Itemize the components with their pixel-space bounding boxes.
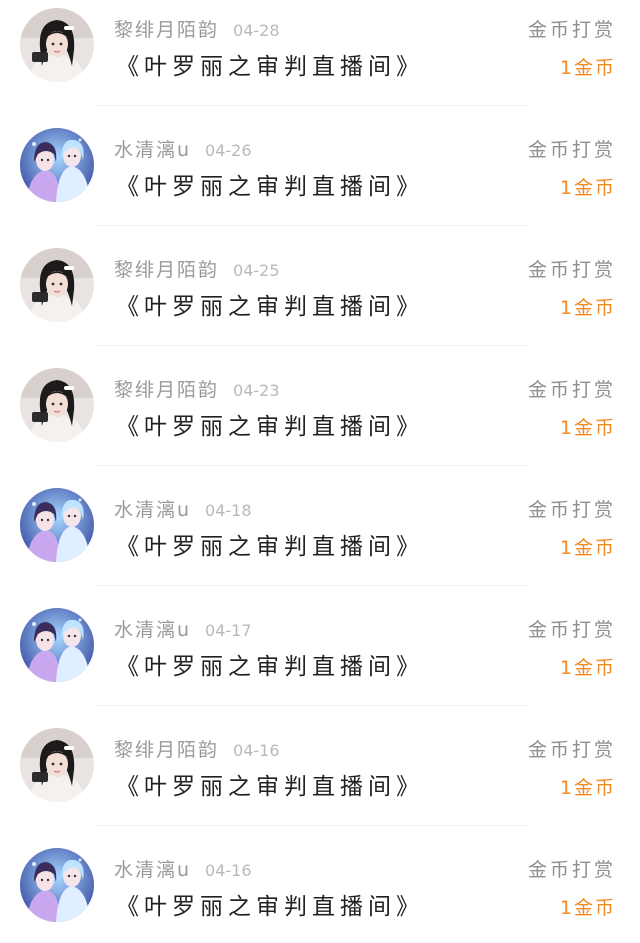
- work-title[interactable]: 《叶罗丽之审判直播间》: [116, 530, 424, 564]
- date-label: 04-23: [233, 381, 280, 400]
- reward-action-label: 金币打赏: [527, 19, 616, 41]
- list-item[interactable]: 黎绯月陌韵 04-16 《叶罗丽之审判直播间》 金币打赏 1金币: [0, 720, 640, 840]
- work-title[interactable]: 《叶罗丽之审判直播间》: [116, 50, 424, 84]
- reward-action-label: 金币打赏: [527, 259, 616, 281]
- date-label: 04-16: [233, 741, 280, 760]
- reward-action-label: 金币打赏: [527, 139, 616, 161]
- reward-amount: 1金币: [559, 537, 616, 559]
- username[interactable]: 水清漓u: [114, 859, 191, 881]
- divider: [96, 585, 530, 586]
- anime-couple-avatar-icon[interactable]: [20, 608, 94, 682]
- username[interactable]: 水清漓u: [114, 619, 191, 641]
- list-item[interactable]: 水清漓u 04-16 《叶罗丽之审判直播间》 金币打赏 1金币: [0, 840, 640, 943]
- work-title[interactable]: 《叶罗丽之审判直播间》: [116, 290, 424, 324]
- reward-amount: 1金币: [559, 417, 616, 439]
- reward-action-label: 金币打赏: [527, 499, 616, 521]
- item-meta: 水清漓u 04-16: [114, 856, 252, 884]
- username[interactable]: 黎绯月陌韵: [114, 259, 219, 281]
- work-title[interactable]: 《叶罗丽之审判直播间》: [116, 650, 424, 684]
- list-item[interactable]: 黎绯月陌韵 04-25 《叶罗丽之审判直播间》 金币打赏 1金币: [0, 240, 640, 360]
- anime-couple-avatar-icon[interactable]: [20, 848, 94, 922]
- date-label: 04-28: [233, 21, 280, 40]
- reward-action-label: 金币打赏: [527, 859, 616, 881]
- item-meta: 黎绯月陌韵 04-16: [114, 736, 280, 764]
- username[interactable]: 水清漓u: [114, 139, 191, 161]
- date-label: 04-18: [205, 501, 252, 520]
- girl-avatar-icon[interactable]: [20, 368, 94, 442]
- list-item[interactable]: 水清漓u 04-17 《叶罗丽之审判直播间》 金币打赏 1金币: [0, 600, 640, 720]
- item-meta: 水清漓u 04-17: [114, 616, 252, 644]
- username[interactable]: 黎绯月陌韵: [114, 379, 219, 401]
- girl-avatar-icon[interactable]: [20, 8, 94, 82]
- work-title[interactable]: 《叶罗丽之审判直播间》: [116, 170, 424, 204]
- divider: [96, 825, 530, 826]
- username[interactable]: 黎绯月陌韵: [114, 19, 219, 41]
- date-label: 04-26: [205, 141, 252, 160]
- girl-avatar-icon[interactable]: [20, 728, 94, 802]
- reward-amount: 1金币: [559, 897, 616, 919]
- work-title[interactable]: 《叶罗丽之审判直播间》: [116, 410, 424, 444]
- item-meta: 黎绯月陌韵 04-28: [114, 16, 280, 44]
- divider: [96, 705, 530, 706]
- item-meta: 黎绯月陌韵 04-23: [114, 376, 280, 404]
- username[interactable]: 水清漓u: [114, 499, 191, 521]
- divider: [96, 465, 530, 466]
- date-label: 04-16: [205, 861, 252, 880]
- item-meta: 黎绯月陌韵 04-25: [114, 256, 280, 284]
- date-label: 04-25: [233, 261, 280, 280]
- work-title[interactable]: 《叶罗丽之审判直播间》: [116, 890, 424, 924]
- reward-amount: 1金币: [559, 177, 616, 199]
- list-item[interactable]: 黎绯月陌韵 04-28 《叶罗丽之审判直播间》 金币打赏 1金币: [0, 0, 640, 120]
- item-meta: 水清漓u 04-18: [114, 496, 252, 524]
- username[interactable]: 黎绯月陌韵: [114, 739, 219, 761]
- work-title[interactable]: 《叶罗丽之审判直播间》: [116, 770, 424, 804]
- item-meta: 水清漓u 04-26: [114, 136, 252, 164]
- date-label: 04-17: [205, 621, 252, 640]
- reward-amount: 1金币: [559, 777, 616, 799]
- divider: [96, 345, 530, 346]
- divider: [96, 225, 530, 226]
- reward-amount: 1金币: [559, 297, 616, 319]
- girl-avatar-icon[interactable]: [20, 248, 94, 322]
- reward-amount: 1金币: [559, 657, 616, 679]
- reward-list: 黎绯月陌韵 04-28 《叶罗丽之审判直播间》 金币打赏 1金币 水清漓u 04-2…: [0, 0, 640, 943]
- reward-amount: 1金币: [559, 57, 616, 79]
- divider: [96, 105, 530, 106]
- anime-couple-avatar-icon[interactable]: [20, 488, 94, 562]
- list-item[interactable]: 黎绯月陌韵 04-23 《叶罗丽之审判直播间》 金币打赏 1金币: [0, 360, 640, 480]
- list-item[interactable]: 水清漓u 04-18 《叶罗丽之审判直播间》 金币打赏 1金币: [0, 480, 640, 600]
- list-item[interactable]: 水清漓u 04-26 《叶罗丽之审判直播间》 金币打赏 1金币: [0, 120, 640, 240]
- reward-action-label: 金币打赏: [527, 739, 616, 761]
- reward-action-label: 金币打赏: [527, 379, 616, 401]
- reward-action-label: 金币打赏: [527, 619, 616, 641]
- anime-couple-avatar-icon[interactable]: [20, 128, 94, 202]
